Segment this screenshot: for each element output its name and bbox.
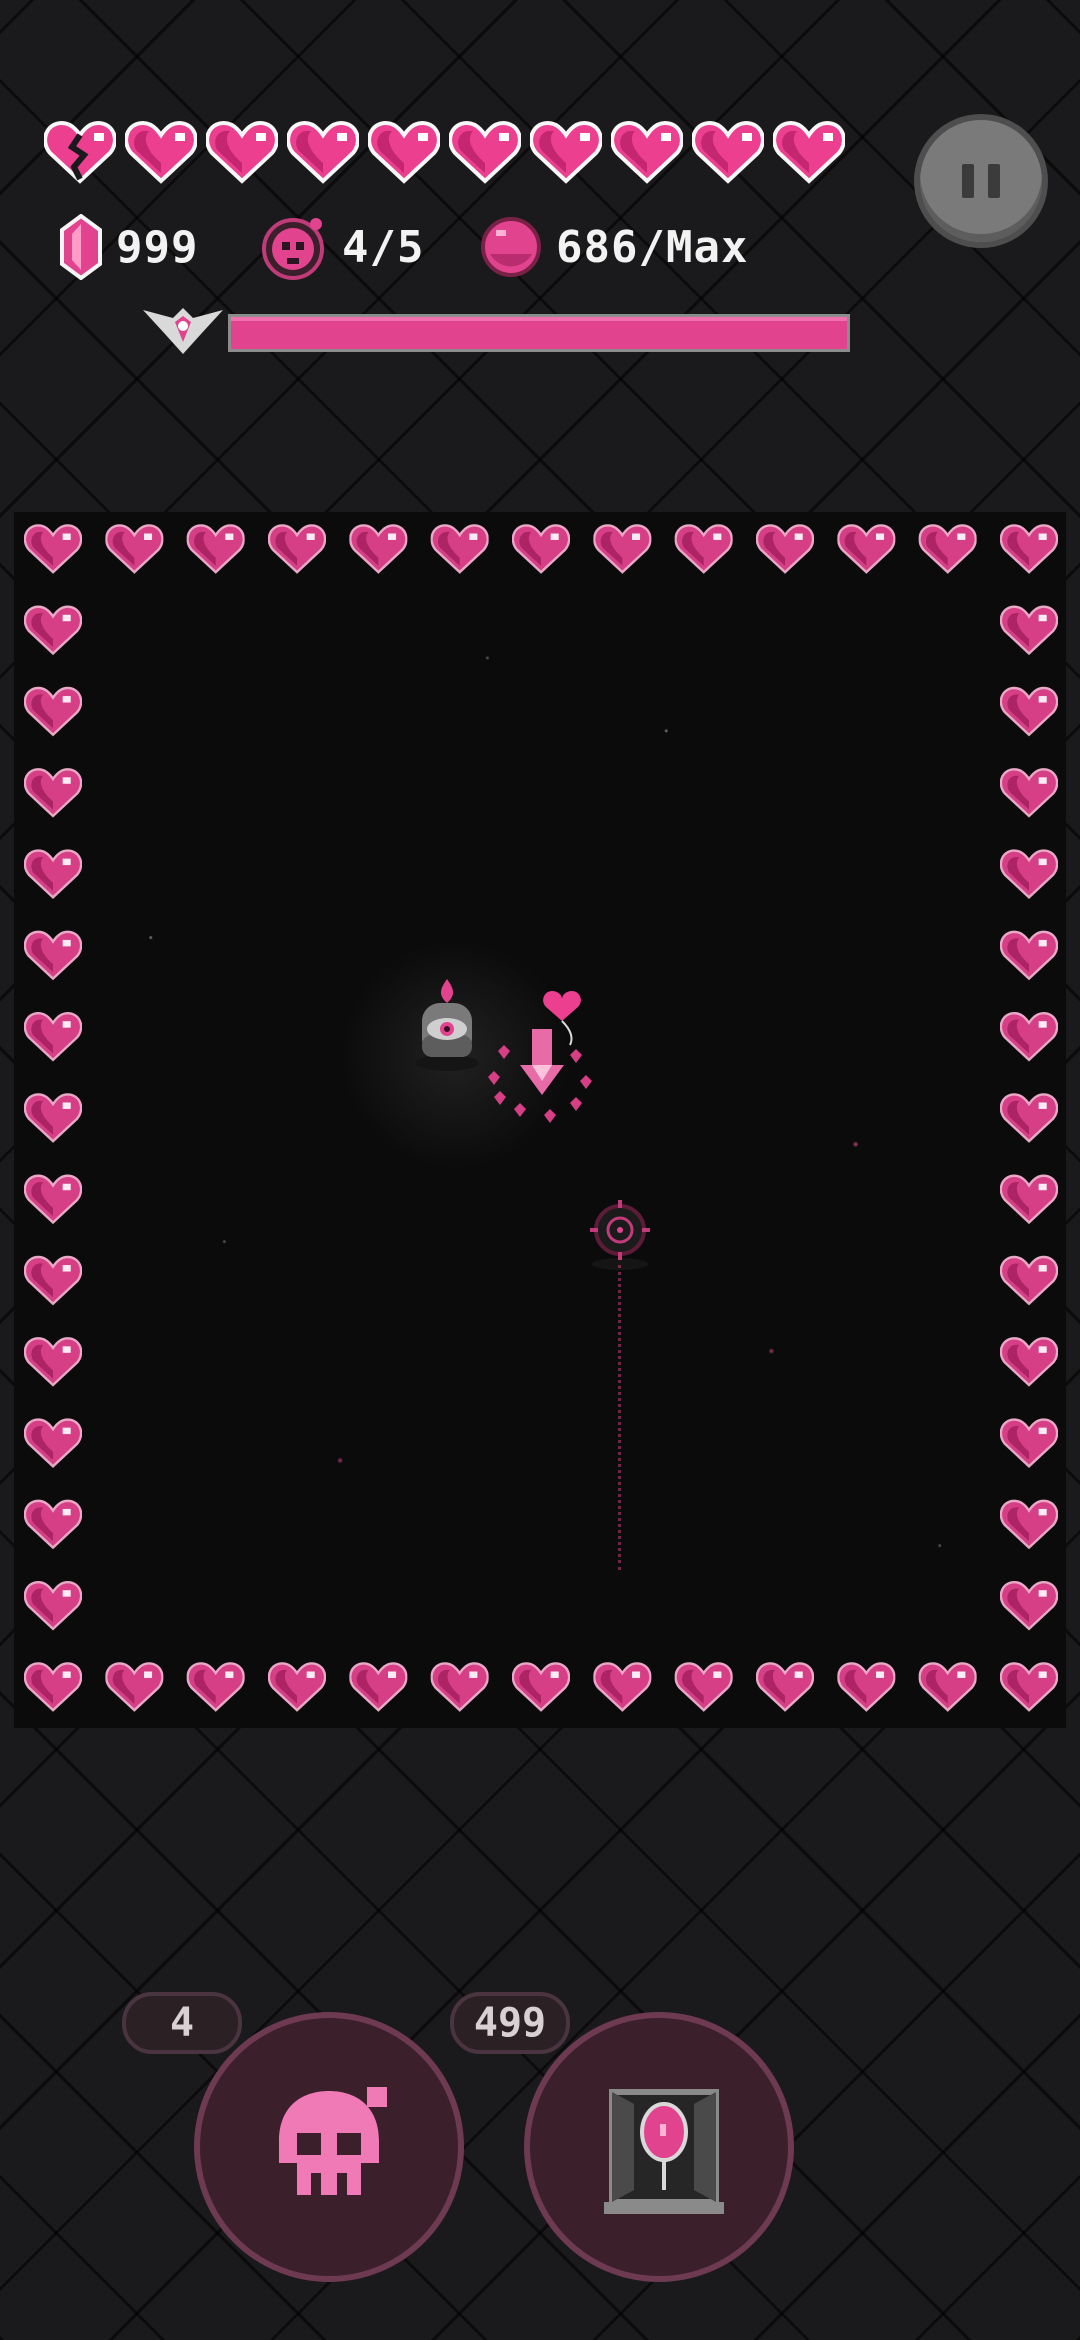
skull-bomb-icon [262, 218, 324, 280]
wave-progress-bar [228, 314, 850, 352]
player-ship [488, 991, 592, 1123]
turret-enemy [415, 979, 479, 1071]
pause-icon [962, 164, 974, 198]
orb-counter: 686/Max [478, 212, 748, 282]
shop-ability-button[interactable] [524, 2012, 794, 2282]
shop-cost: 499 [473, 2000, 547, 2046]
health-hearts [44, 118, 845, 184]
skull-icon [279, 2087, 387, 2195]
pause-icon [988, 164, 1000, 198]
bomb-counter: 4/5 [260, 212, 424, 282]
heart-icon [449, 118, 521, 184]
heart-icon [773, 118, 845, 184]
orb-count: 686/Max [556, 221, 749, 273]
crystal-icon [60, 214, 102, 280]
balloon-frame-icon [604, 2089, 724, 2214]
bomb-ability-count-badge: 4 [122, 1992, 242, 2054]
crystal-counter: 999 [58, 212, 198, 282]
heart-icon [611, 118, 683, 184]
shop-cost-badge: 499 [450, 1992, 570, 2054]
bomb-count: 4/5 [342, 221, 425, 273]
bomb-ability-button[interactable] [194, 2012, 464, 2282]
heart-icon [692, 118, 764, 184]
heart-icon [206, 118, 278, 184]
broken-heart-icon [44, 118, 116, 184]
pause-button[interactable] [920, 120, 1042, 242]
orb-icon [481, 217, 541, 277]
heart-icon [368, 118, 440, 184]
target-reticle [590, 1200, 650, 1270]
crystal-count: 999 [116, 221, 199, 273]
bomb-ability-count: 4 [169, 2000, 195, 2046]
aim-line [618, 1265, 621, 1570]
heart-icon [530, 118, 602, 184]
heart-icon [125, 118, 197, 184]
wave-emblem-icon [143, 308, 223, 354]
wave-progress-fill [231, 317, 847, 349]
heart-icon [287, 118, 359, 184]
